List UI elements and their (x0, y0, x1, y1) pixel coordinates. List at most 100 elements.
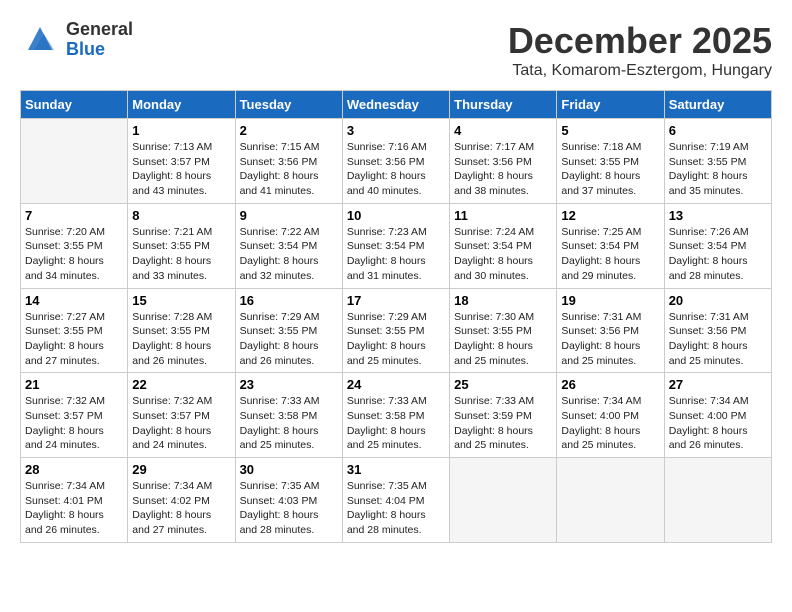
day-number: 3 (347, 123, 445, 138)
calendar-cell: 26 Sunrise: 7:34 AMSunset: 4:00 PMDayligh… (557, 373, 664, 458)
day-info: Sunrise: 7:34 AMSunset: 4:00 PMDaylight:… (561, 394, 659, 453)
logo-general: General (66, 20, 133, 40)
calendar-week-4: 28Sunrise: 7:34 AMSunset: 4:01 PMDayligh… (21, 458, 772, 543)
calendar-cell: 25 Sunrise: 7:33 AMSunset: 3:59 PMDayligh… (450, 373, 557, 458)
header-sunday: Sunday (21, 91, 128, 119)
calendar-cell: 7 Sunrise: 7:20 AMSunset: 3:55 PMDaylight… (21, 203, 128, 288)
calendar-cell: 18 Sunrise: 7:30 AMSunset: 3:55 PMDayligh… (450, 288, 557, 373)
day-info: Sunrise: 7:18 AMSunset: 3:55 PMDaylight:… (561, 140, 659, 199)
day-info: Sunrise: 7:33 AMSunset: 3:59 PMDaylight:… (454, 394, 552, 453)
day-number: 9 (240, 208, 338, 223)
day-number: 11 (454, 208, 552, 223)
calendar-cell (21, 119, 128, 204)
month-title: December 2025 (508, 20, 772, 62)
day-number: 2 (240, 123, 338, 138)
calendar-cell: 31 Sunrise: 7:35 AMSunset: 4:04 PMDayligh… (342, 458, 449, 543)
day-info: Sunrise: 7:15 AMSunset: 3:56 PMDaylight:… (240, 140, 338, 199)
day-number: 10 (347, 208, 445, 223)
logo: General Blue (20, 20, 133, 60)
calendar-table: Sunday Monday Tuesday Wednesday Thursday… (20, 90, 772, 543)
calendar-week-0: 1Sunrise: 7:13 AMSunset: 3:57 PMDaylight… (21, 119, 772, 204)
calendar-cell: 20 Sunrise: 7:31 AMSunset: 3:56 PMDayligh… (664, 288, 771, 373)
day-info: Sunrise: 7:27 AMSunset: 3:55 PMDaylight:… (25, 310, 123, 369)
calendar-cell: 11Sunrise: 7:24 AMSunset: 3:54 PMDayligh… (450, 203, 557, 288)
page-header: General Blue December 2025 Tata, Komarom… (20, 20, 772, 80)
day-info: Sunrise: 7:23 AMSunset: 3:54 PMDaylight:… (347, 225, 445, 284)
calendar-cell: 28Sunrise: 7:34 AMSunset: 4:01 PMDayligh… (21, 458, 128, 543)
day-info: Sunrise: 7:31 AMSunset: 3:56 PMDaylight:… (669, 310, 767, 369)
calendar-cell: 19 Sunrise: 7:31 AMSunset: 3:56 PMDayligh… (557, 288, 664, 373)
day-info: Sunrise: 7:28 AMSunset: 3:55 PMDaylight:… (132, 310, 230, 369)
day-number: 13 (669, 208, 767, 223)
calendar-cell: 21Sunrise: 7:32 AMSunset: 3:57 PMDayligh… (21, 373, 128, 458)
header-wednesday: Wednesday (342, 91, 449, 119)
calendar-cell: 6Sunrise: 7:19 AMSunset: 3:55 PMDaylight… (664, 119, 771, 204)
calendar-week-1: 7 Sunrise: 7:20 AMSunset: 3:55 PMDaylight… (21, 203, 772, 288)
day-number: 15 (132, 293, 230, 308)
day-number: 26 (561, 377, 659, 392)
header-friday: Friday (557, 91, 664, 119)
day-number: 23 (240, 377, 338, 392)
calendar-cell: 9Sunrise: 7:22 AMSunset: 3:54 PMDaylight… (235, 203, 342, 288)
day-info: Sunrise: 7:31 AMSunset: 3:56 PMDaylight:… (561, 310, 659, 369)
day-info: Sunrise: 7:16 AMSunset: 3:56 PMDaylight:… (347, 140, 445, 199)
calendar-cell: 30 Sunrise: 7:35 AMSunset: 4:03 PMDayligh… (235, 458, 342, 543)
day-number: 29 (132, 462, 230, 477)
calendar-week-2: 14 Sunrise: 7:27 AMSunset: 3:55 PMDayligh… (21, 288, 772, 373)
calendar-cell: 4Sunrise: 7:17 AMSunset: 3:56 PMDaylight… (450, 119, 557, 204)
logo-icon (20, 22, 60, 57)
day-number: 19 (561, 293, 659, 308)
calendar-header-row: Sunday Monday Tuesday Wednesday Thursday… (21, 91, 772, 119)
day-number: 12 (561, 208, 659, 223)
day-number: 14 (25, 293, 123, 308)
day-number: 25 (454, 377, 552, 392)
header-saturday: Saturday (664, 91, 771, 119)
day-number: 6 (669, 123, 767, 138)
calendar-cell: 29 Sunrise: 7:34 AMSunset: 4:02 PMDayligh… (128, 458, 235, 543)
day-info: Sunrise: 7:35 AMSunset: 4:03 PMDaylight:… (240, 479, 338, 538)
day-info: Sunrise: 7:20 AMSunset: 3:55 PMDaylight:… (25, 225, 123, 284)
calendar-cell: 14 Sunrise: 7:27 AMSunset: 3:55 PMDayligh… (21, 288, 128, 373)
calendar-cell: 24 Sunrise: 7:33 AMSunset: 3:58 PMDayligh… (342, 373, 449, 458)
day-info: Sunrise: 7:32 AMSunset: 3:57 PMDaylight:… (132, 394, 230, 453)
calendar-cell: 8Sunrise: 7:21 AMSunset: 3:55 PMDaylight… (128, 203, 235, 288)
calendar-cell: 3 Sunrise: 7:16 AMSunset: 3:56 PMDaylight… (342, 119, 449, 204)
day-info: Sunrise: 7:34 AMSunset: 4:02 PMDaylight:… (132, 479, 230, 538)
day-number: 20 (669, 293, 767, 308)
day-number: 24 (347, 377, 445, 392)
day-number: 30 (240, 462, 338, 477)
calendar-cell: 23 Sunrise: 7:33 AMSunset: 3:58 PMDayligh… (235, 373, 342, 458)
calendar-cell: 15 Sunrise: 7:28 AMSunset: 3:55 PMDayligh… (128, 288, 235, 373)
day-info: Sunrise: 7:32 AMSunset: 3:57 PMDaylight:… (25, 394, 123, 453)
day-number: 31 (347, 462, 445, 477)
day-info: Sunrise: 7:33 AMSunset: 3:58 PMDaylight:… (347, 394, 445, 453)
day-info: Sunrise: 7:17 AMSunset: 3:56 PMDaylight:… (454, 140, 552, 199)
day-info: Sunrise: 7:26 AMSunset: 3:54 PMDaylight:… (669, 225, 767, 284)
calendar-cell: 22Sunrise: 7:32 AMSunset: 3:57 PMDayligh… (128, 373, 235, 458)
day-info: Sunrise: 7:25 AMSunset: 3:54 PMDaylight:… (561, 225, 659, 284)
calendar-week-3: 21Sunrise: 7:32 AMSunset: 3:57 PMDayligh… (21, 373, 772, 458)
calendar-cell: 27Sunrise: 7:34 AMSunset: 4:00 PMDayligh… (664, 373, 771, 458)
location-title: Tata, Komarom-Esztergom, Hungary (508, 62, 772, 80)
day-number: 7 (25, 208, 123, 223)
day-info: Sunrise: 7:33 AMSunset: 3:58 PMDaylight:… (240, 394, 338, 453)
day-info: Sunrise: 7:30 AMSunset: 3:55 PMDaylight:… (454, 310, 552, 369)
day-info: Sunrise: 7:35 AMSunset: 4:04 PMDaylight:… (347, 479, 445, 538)
calendar-cell (664, 458, 771, 543)
day-number: 8 (132, 208, 230, 223)
calendar-cell: 2 Sunrise: 7:15 AMSunset: 3:56 PMDaylight… (235, 119, 342, 204)
day-info: Sunrise: 7:29 AMSunset: 3:55 PMDaylight:… (347, 310, 445, 369)
calendar-cell: 5Sunrise: 7:18 AMSunset: 3:55 PMDaylight… (557, 119, 664, 204)
calendar-cell (450, 458, 557, 543)
day-number: 17 (347, 293, 445, 308)
calendar-cell: 16Sunrise: 7:29 AMSunset: 3:55 PMDayligh… (235, 288, 342, 373)
day-info: Sunrise: 7:13 AMSunset: 3:57 PMDaylight:… (132, 140, 230, 199)
title-area: December 2025 Tata, Komarom-Esztergom, H… (508, 20, 772, 80)
day-number: 18 (454, 293, 552, 308)
calendar-cell: 17 Sunrise: 7:29 AMSunset: 3:55 PMDayligh… (342, 288, 449, 373)
header-monday: Monday (128, 91, 235, 119)
calendar-cell: 12 Sunrise: 7:25 AMSunset: 3:54 PMDayligh… (557, 203, 664, 288)
header-thursday: Thursday (450, 91, 557, 119)
calendar-cell: 13 Sunrise: 7:26 AMSunset: 3:54 PMDayligh… (664, 203, 771, 288)
day-number: 27 (669, 377, 767, 392)
